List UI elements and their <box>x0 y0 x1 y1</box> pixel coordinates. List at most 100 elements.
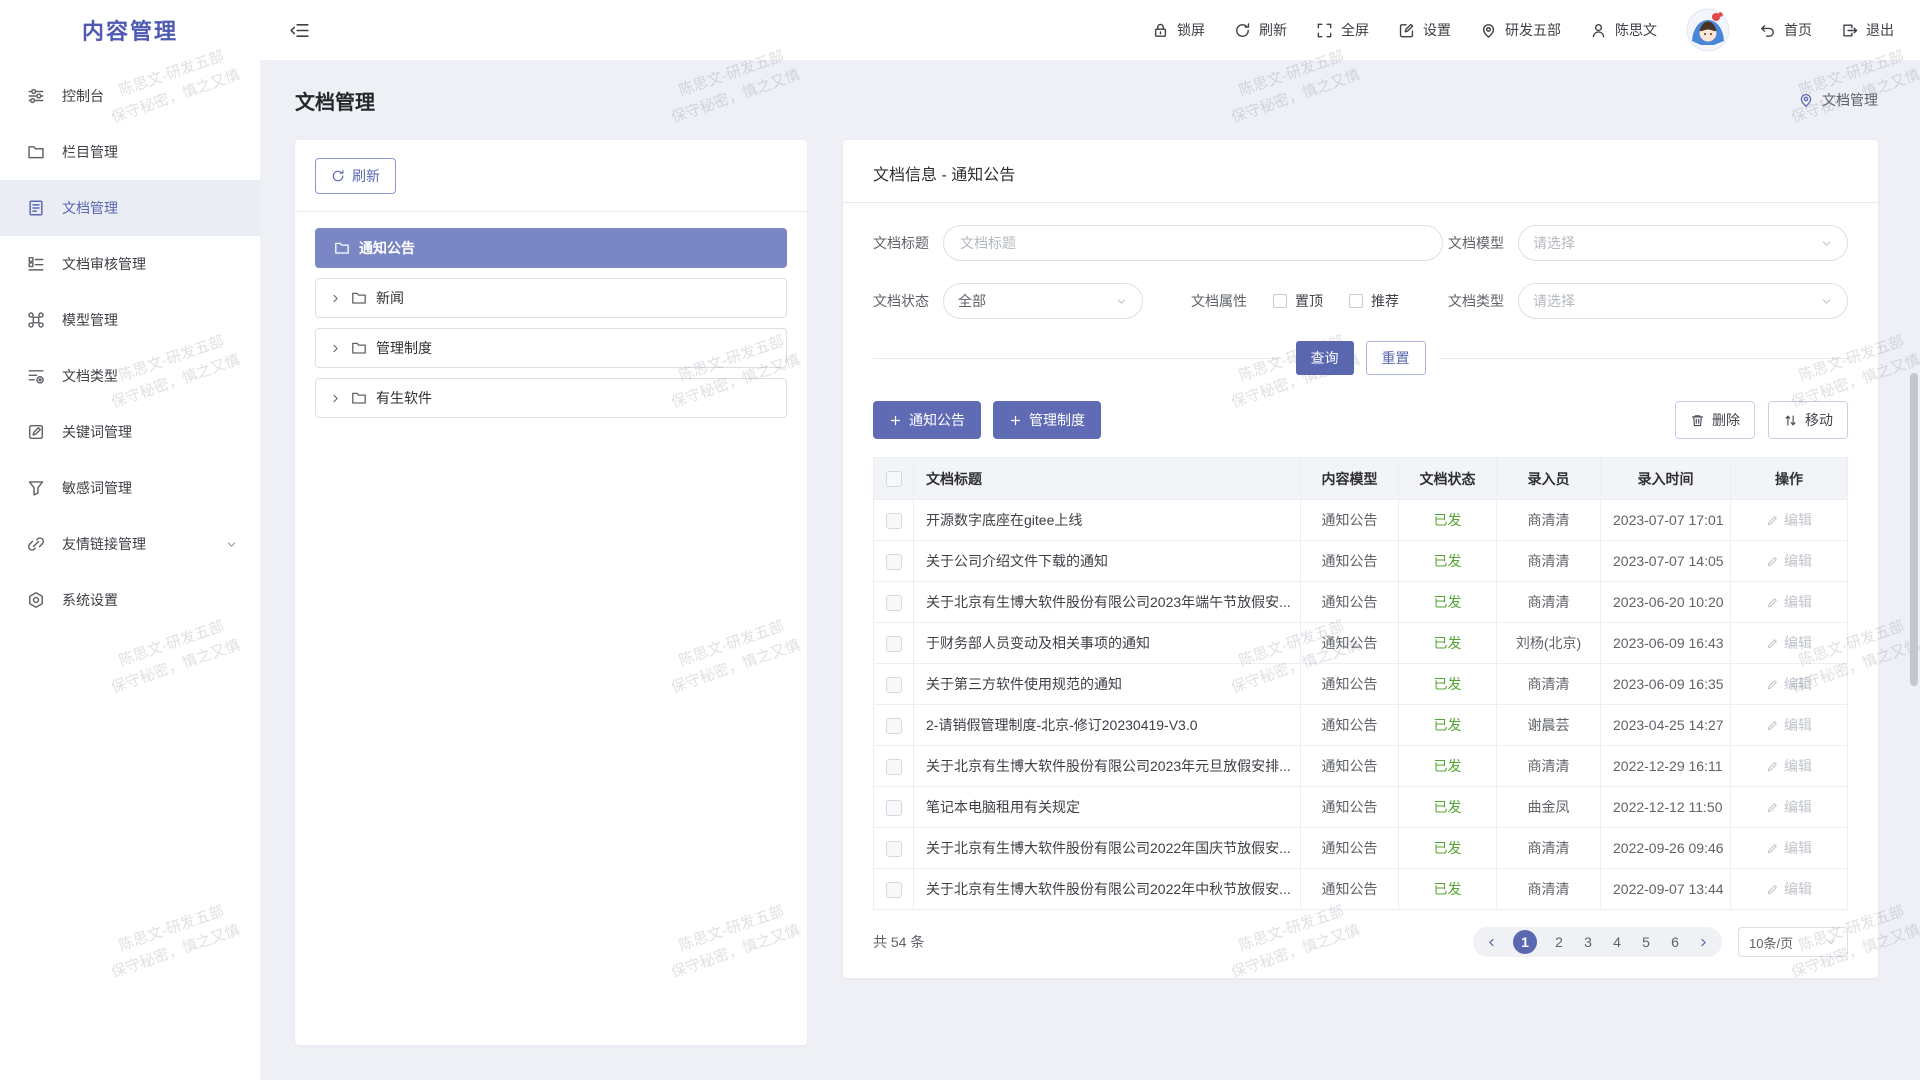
doc-status-select[interactable]: 全部 <box>943 283 1143 319</box>
sidebar-item-document-management[interactable]: 文档管理 <box>0 180 260 236</box>
doc-entry-time: 2022-12-29 16:11 <box>1601 746 1731 787</box>
sliders-icon <box>27 87 45 105</box>
doc-title-input[interactable] <box>943 225 1443 261</box>
table-row: 关于公司介绍文件下载的通知通知公告已发商清清2023-07-07 14:05编辑 <box>874 541 1848 582</box>
pencil-icon <box>1766 719 1779 732</box>
lock-screen-button[interactable]: 锁屏 <box>1152 20 1205 40</box>
page-button-4[interactable]: 4 <box>1610 934 1624 950</box>
edit-button[interactable]: 编辑 <box>1766 797 1812 817</box>
page-button-6[interactable]: 6 <box>1668 934 1682 950</box>
edit-button[interactable]: 编辑 <box>1766 510 1812 530</box>
doc-operator: 谢晨芸 <box>1497 705 1601 746</box>
page-button-3[interactable]: 3 <box>1581 934 1595 950</box>
fullscreen-button[interactable]: 全屏 <box>1316 20 1369 40</box>
pencil-icon <box>1766 801 1779 814</box>
doc-status-badge: 已发 <box>1399 828 1497 869</box>
attr-top-checkbox[interactable]: 置顶 <box>1273 291 1323 311</box>
sidebar-item-system-settings[interactable]: 系统设置 <box>0 572 260 628</box>
home-button[interactable]: 首页 <box>1759 20 1812 40</box>
add-regulation-button[interactable]: 管理制度 <box>993 401 1101 439</box>
doc-status-badge: 已发 <box>1399 541 1497 582</box>
pencil-icon <box>1766 514 1779 527</box>
doc-model-select[interactable]: 请选择 <box>1518 225 1848 261</box>
row-checkbox[interactable] <box>886 718 902 734</box>
row-checkbox[interactable] <box>886 841 902 857</box>
edit-button[interactable]: 编辑 <box>1766 674 1812 694</box>
sidebar-item-keyword-management[interactable]: 关键词管理 <box>0 404 260 460</box>
doc-status-badge: 已发 <box>1399 664 1497 705</box>
sidebar-item-document-type[interactable]: 文档类型 <box>0 348 260 404</box>
breadcrumb[interactable]: 文档管理 <box>1798 90 1878 110</box>
move-button[interactable]: 移动 <box>1768 401 1848 439</box>
edit-button[interactable]: 编辑 <box>1766 879 1812 899</box>
sidebar-item-column-management[interactable]: 栏目管理 <box>0 124 260 180</box>
edit-button[interactable]: 编辑 <box>1766 756 1812 776</box>
doc-title: 关于第三方软件使用规范的通知 <box>914 664 1301 705</box>
divider <box>295 211 807 212</box>
row-checkbox[interactable] <box>886 513 902 529</box>
doc-title: 关于公司介绍文件下载的通知 <box>914 541 1301 582</box>
doc-status-badge: 已发 <box>1399 705 1497 746</box>
doc-operator: 刘杨(北京) <box>1497 623 1601 664</box>
row-checkbox[interactable] <box>886 882 902 898</box>
doc-model: 通知公告 <box>1301 664 1399 705</box>
tree-node-2[interactable]: 管理制度 <box>315 328 787 368</box>
edit-button[interactable]: 编辑 <box>1766 592 1812 612</box>
tree-refresh-button[interactable]: 刷新 <box>315 158 396 194</box>
edit-button[interactable]: 编辑 <box>1766 838 1812 858</box>
table-row: 关于第三方软件使用规范的通知通知公告已发商清清2023-06-09 16:35编… <box>874 664 1848 705</box>
sidebar-item-friend-link[interactable]: 友情链接管理 <box>0 516 260 572</box>
row-checkbox[interactable] <box>886 595 902 611</box>
table-toolbar: 通知公告 管理制度 删除 移动 <box>843 375 1878 457</box>
row-checkbox[interactable] <box>886 677 902 693</box>
row-checkbox[interactable] <box>886 554 902 570</box>
doc-type-select[interactable]: 请选择 <box>1518 283 1848 319</box>
doc-operator: 商清清 <box>1497 746 1601 787</box>
scrollbar-thumb[interactable] <box>1910 373 1918 686</box>
reset-button[interactable]: 重置 <box>1366 341 1426 375</box>
row-checkbox[interactable] <box>886 636 902 652</box>
add-notice-button[interactable]: 通知公告 <box>873 401 981 439</box>
settings-button[interactable]: 设置 <box>1398 20 1451 40</box>
col-content-model: 内容模型 <box>1301 458 1399 500</box>
department-button[interactable]: 研发五部 <box>1480 20 1561 40</box>
tree-node-1[interactable]: 新闻 <box>315 278 787 318</box>
row-checkbox[interactable] <box>886 800 902 816</box>
doc-title: 关于北京有生博大软件股份有限公司2023年元旦放假安排... <box>914 746 1301 787</box>
doc-title: 笔记本电脑租用有关规定 <box>914 787 1301 828</box>
next-page-icon[interactable] <box>1697 936 1710 949</box>
tree-node-3[interactable]: 有生软件 <box>315 378 787 418</box>
edit-button[interactable]: 编辑 <box>1766 715 1812 735</box>
user-avatar[interactable] <box>1686 8 1730 52</box>
gear-icon <box>27 591 45 609</box>
page-size-select[interactable]: 10条/页 <box>1738 927 1848 957</box>
sidebar-collapse-icon[interactable] <box>290 21 309 40</box>
sidebar-item-sensitive-word[interactable]: 敏感词管理 <box>0 460 260 516</box>
delete-button[interactable]: 删除 <box>1675 401 1755 439</box>
chevron-right-icon <box>329 342 342 355</box>
search-button[interactable]: 查询 <box>1296 341 1354 375</box>
tree-node-0[interactable]: 通知公告 <box>315 228 787 268</box>
pencil-icon <box>1766 678 1779 691</box>
current-user-button[interactable]: 陈思文 <box>1590 20 1657 40</box>
table-row: 于财务部人员变动及相关事项的通知通知公告已发刘杨(北京)2023-06-09 1… <box>874 623 1848 664</box>
page-button-2[interactable]: 2 <box>1552 934 1566 950</box>
edit-button[interactable]: 编辑 <box>1766 551 1812 571</box>
chevron-down-icon <box>1825 936 1837 948</box>
edit-button[interactable]: 编辑 <box>1766 633 1812 653</box>
sidebar-item-console[interactable]: 控制台 <box>0 68 260 124</box>
sidebar-item-model-management[interactable]: 模型管理 <box>0 292 260 348</box>
page-button-1[interactable]: 1 <box>1513 930 1537 954</box>
prev-page-icon[interactable] <box>1485 936 1498 949</box>
doc-title: 关于北京有生博大软件股份有限公司2022年国庆节放假安... <box>914 828 1301 869</box>
logout-button[interactable]: 退出 <box>1841 20 1894 40</box>
attr-recommend-checkbox[interactable]: 推荐 <box>1349 291 1399 311</box>
page-button-5[interactable]: 5 <box>1639 934 1653 950</box>
sidebar-item-document-audit[interactable]: 文档审核管理 <box>0 236 260 292</box>
row-checkbox[interactable] <box>886 759 902 775</box>
filter-form: 文档标题 文档模型 请选择 文档状态 全部 <box>843 203 1878 375</box>
select-all-checkbox[interactable] <box>886 471 902 487</box>
doc-operator: 商清清 <box>1497 500 1601 541</box>
folder-icon <box>27 143 45 161</box>
refresh-button[interactable]: 刷新 <box>1234 20 1287 40</box>
